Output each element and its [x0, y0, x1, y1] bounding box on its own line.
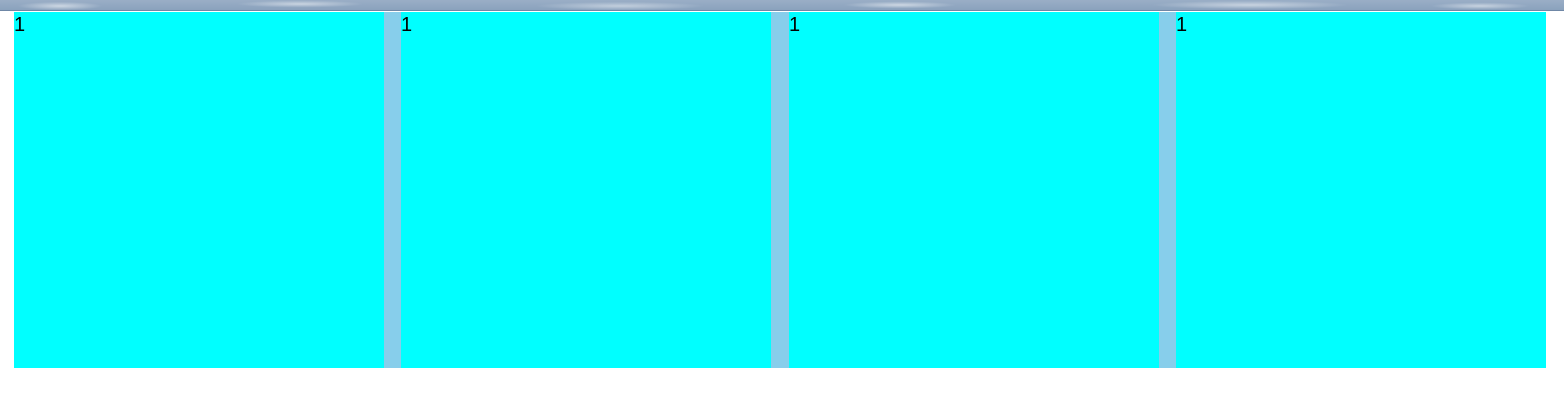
flex-item-4: 1	[1176, 12, 1546, 368]
window-top-strip	[0, 0, 1564, 11]
flex-item-2: 1	[401, 12, 771, 368]
flex-item-1: 1	[14, 12, 384, 368]
flex-item-3: 1	[789, 12, 1159, 368]
flex-container: 1 1 1 1	[14, 12, 1546, 368]
